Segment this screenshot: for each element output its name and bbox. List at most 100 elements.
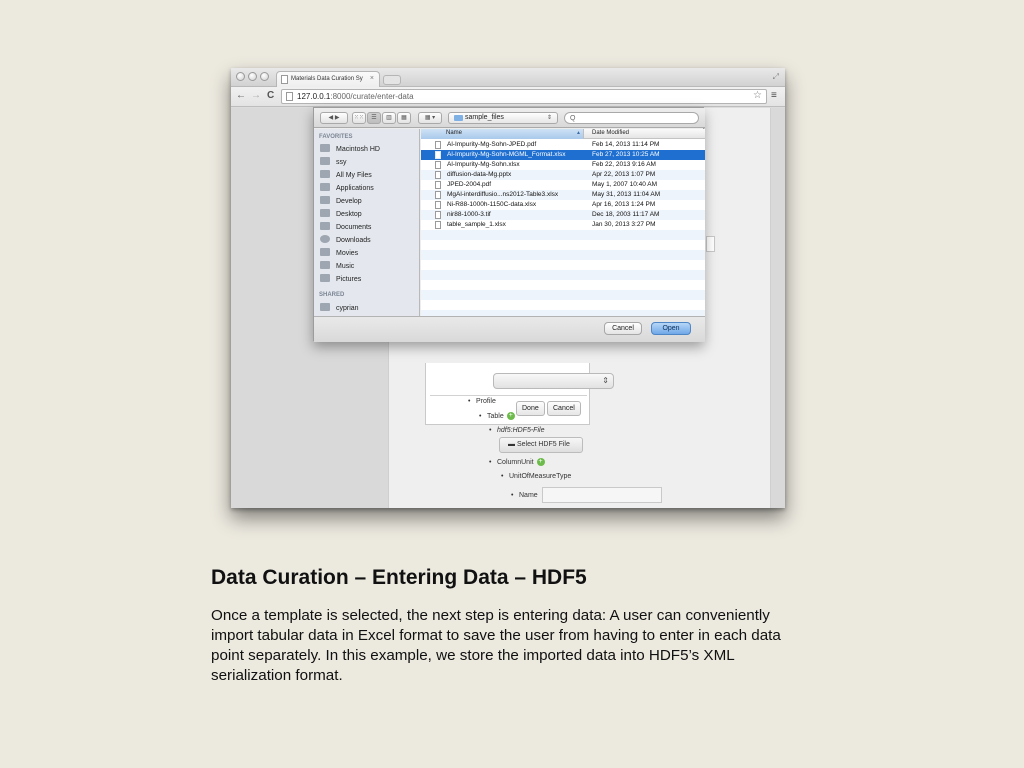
tab-title: Materials Data Curation Sy: [291, 76, 363, 82]
dialog-footer: Cancel Open: [314, 316, 705, 342]
modal-cancel-button[interactable]: Cancel: [547, 401, 581, 416]
file-row[interactable]: table_sample_1.xlsx Jan 30, 2013 3:27 PM: [421, 220, 705, 230]
url-host: 127.0.0.1: [297, 92, 331, 101]
file-icon: [435, 161, 441, 169]
tab-close-icon[interactable]: ×: [370, 75, 374, 82]
sidebar-item-macintosh-hd[interactable]: Macintosh HD: [320, 144, 380, 153]
new-tab-button[interactable]: [383, 75, 401, 85]
page-icon: [286, 92, 293, 101]
sidebar-item-desktop[interactable]: Desktop: [320, 209, 362, 218]
file-icon: [435, 181, 441, 189]
window-controls: [236, 72, 269, 81]
modal-divider: [430, 395, 587, 396]
bookmark-star-icon[interactable]: ☆: [753, 90, 762, 101]
search-icon: Q: [570, 115, 576, 122]
background-input[interactable]: [706, 236, 715, 252]
sidebar-item-cyprian[interactable]: cyprian: [320, 303, 359, 312]
file-icon: [435, 141, 441, 149]
sidebar-item-develop[interactable]: Develop: [320, 196, 362, 205]
folder-icon: ▬: [508, 441, 517, 448]
address-bar[interactable]: 127.0.0.1:8000/curate/enter-data ☆: [281, 89, 767, 104]
file-row[interactable]: JPED-2004.pdf May 1, 2007 10:40 AM: [421, 180, 705, 190]
desktop-icon: [320, 209, 330, 217]
back-arrow-icon[interactable]: ←: [236, 90, 246, 101]
sidebar-item-applications[interactable]: Applications: [320, 183, 374, 192]
dialog-toolbar: ◀ ▶ ⁙⁙ ☰ ▥ ▦ ▦ ▾ sample_files ⇕ Q: [314, 108, 705, 128]
file-list: Name ▲ Date Modified Al-Impurity-Mg-Sohn…: [421, 129, 705, 316]
tree-item-name: • Name: [511, 492, 538, 499]
browser-menu-icon[interactable]: ≡: [771, 90, 777, 101]
type-select[interactable]: ⇕: [493, 373, 614, 389]
empty-row: [421, 230, 705, 240]
column-view-button[interactable]: ▥: [382, 112, 396, 124]
columnunit-label: ColumnUnit: [497, 458, 534, 466]
sidebar-item-music[interactable]: Music: [320, 261, 354, 270]
done-button[interactable]: Done: [516, 401, 545, 416]
tree-item-columnunit: • ColumnUnit +: [489, 458, 545, 466]
select-arrow-icon: ⇕: [602, 376, 609, 385]
date-column-header[interactable]: Date Modified: [592, 130, 629, 136]
sidebar-item-downloads[interactable]: Downloads: [320, 235, 371, 244]
file-row[interactable]: Ni-R88-1000h-1150C-data.xlsx Apr 16, 2013…: [421, 200, 705, 210]
zoom-window-button[interactable]: [260, 72, 269, 81]
url-path: :8000/curate/enter-data: [330, 92, 414, 101]
file-row[interactable]: Al-Impurity-Mg-Sohn-JPED.pdf Feb 14, 2013…: [421, 140, 705, 150]
select-hdf5-label: Select HDF5 File: [516, 441, 570, 448]
coverflow-view-button[interactable]: ▦: [397, 112, 411, 124]
dialog-cancel-button[interactable]: Cancel: [604, 322, 642, 335]
sidebar-item-all-my-files[interactable]: All My Files: [320, 170, 372, 179]
table-label: Table: [487, 412, 504, 420]
favorites-header: FAVORITES: [319, 134, 353, 140]
minimize-window-button[interactable]: [248, 72, 257, 81]
empty-row: [421, 250, 705, 260]
unit-of-measure-type-label: UnitOfMeasureType: [509, 473, 572, 480]
sidebar-item-pictures[interactable]: Pictures: [320, 274, 361, 283]
sidebar-item-home[interactable]: ssy: [320, 157, 347, 166]
network-computer-icon: [320, 303, 330, 311]
file-row[interactable]: nir88-1000-3.tif Dec 18, 2003 11:17 AM: [421, 210, 705, 220]
file-row[interactable]: diffusion-data-Mg.pptx Apr 22, 2013 1:07 …: [421, 170, 705, 180]
add-plus-icon[interactable]: +: [506, 412, 515, 420]
browser-titlebar: Materials Data Curation Sy × ⤢: [231, 68, 785, 87]
tree-item-profile: • Profile: [468, 398, 496, 405]
browser-toolbar: ← → C 127.0.0.1:8000/curate/enter-data ☆…: [231, 87, 785, 107]
select-hdf5-file-button[interactable]: ▬ Select HDF5 File: [499, 437, 583, 453]
empty-row: [421, 290, 705, 300]
sidebar-item-movies[interactable]: Movies: [320, 248, 358, 257]
list-view-button[interactable]: ☰: [367, 112, 381, 124]
browser-tab[interactable]: Materials Data Curation Sy ×: [276, 71, 380, 87]
slide-title: Data Curation – Entering Data – HDF5: [211, 566, 587, 589]
movies-icon: [320, 248, 330, 256]
dialog-sidebar: FAVORITES Macintosh HD ssy All My Files …: [314, 129, 420, 316]
tree-item-unit-of-measure-type: • UnitOfMeasureType: [501, 473, 572, 480]
applications-icon: [320, 183, 330, 191]
downloads-icon: [320, 235, 330, 243]
arrange-button[interactable]: ▦ ▾: [418, 112, 442, 124]
shared-header: SHARED: [319, 292, 345, 298]
close-window-button[interactable]: [236, 72, 245, 81]
fullscreen-icon[interactable]: ⤢: [773, 72, 779, 82]
file-icon: [435, 221, 441, 229]
hard-drive-icon: [320, 144, 330, 152]
name-column-header[interactable]: Name: [421, 129, 584, 139]
folder-icon: [320, 196, 330, 204]
sidebar-item-documents[interactable]: Documents: [320, 222, 371, 231]
file-row-selected[interactable]: Al-Impurity-Mg-Sohn-MGML_Format.xlsx Feb …: [421, 150, 705, 160]
location-popup[interactable]: sample_files ⇕: [448, 112, 558, 124]
icon-view-button[interactable]: ⁙⁙: [352, 112, 366, 124]
music-icon: [320, 261, 330, 269]
name-input[interactable]: [542, 487, 662, 503]
hdf5-file-label: hdf5:HDF5-File: [497, 427, 545, 434]
home-icon: [320, 157, 330, 165]
file-row[interactable]: MgAl-interdiffusio...ns2012-Table3.xlsx M…: [421, 190, 705, 200]
file-icon: [435, 151, 441, 159]
back-forward-buttons[interactable]: ◀ ▶: [320, 112, 348, 124]
open-button[interactable]: Open: [651, 322, 691, 335]
forward-arrow-icon[interactable]: →: [251, 90, 261, 101]
reload-icon[interactable]: C: [267, 90, 274, 101]
tree-item-table: • Table +: [479, 412, 515, 420]
dialog-search-input[interactable]: Q: [564, 112, 699, 124]
add-plus-icon[interactable]: +: [536, 458, 545, 466]
pictures-icon: [320, 274, 330, 282]
file-row[interactable]: Al-Impurity-Mg-Sohn.xlsx Feb 22, 2013 9:1…: [421, 160, 705, 170]
